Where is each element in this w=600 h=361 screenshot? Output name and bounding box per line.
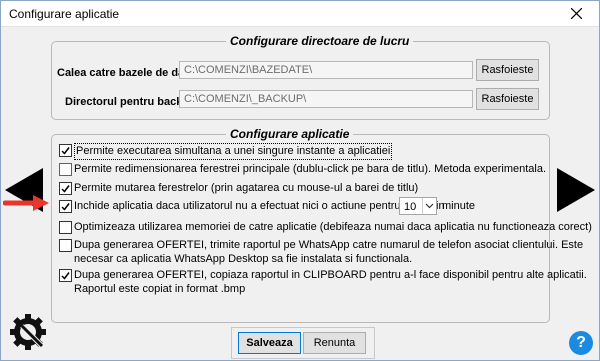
arrow-right-icon[interactable] — [557, 168, 597, 212]
help-icon[interactable]: ? — [569, 331, 593, 355]
app-group-legend: Configurare aplicatie — [226, 127, 354, 141]
checkbox[interactable] — [59, 182, 72, 195]
db-path-browse-button[interactable]: Rasfoieste — [476, 59, 539, 81]
checkbox[interactable] — [59, 269, 72, 282]
checkbox[interactable] — [59, 144, 72, 157]
dirs-group-legend: Configurare directoare de lucru — [226, 34, 414, 48]
option-label: Dupa generarea OFERTEI, trimite raportul… — [74, 239, 584, 251]
db-path-field[interactable] — [179, 61, 473, 79]
chevron-down-icon — [422, 198, 436, 214]
checkbox[interactable] — [59, 200, 72, 213]
backup-path-browse-button[interactable]: Rasfoieste — [476, 88, 539, 110]
option-label: Optimizeaza utilizarea memoriei de catre… — [74, 221, 592, 233]
db-path-label: Calea catre bazele de date: — [57, 67, 198, 79]
red-arrow-icon — [3, 195, 49, 211]
checkbox[interactable] — [59, 239, 72, 252]
save-button[interactable]: Salveaza — [238, 332, 301, 354]
minutes-select[interactable]: 10 — [399, 197, 437, 215]
title-bar[interactable]: Configurare aplicatie — [1, 1, 599, 27]
option-label: Dupa generarea OFERTEI, copiaza raportul… — [74, 269, 587, 281]
checkbox[interactable] — [59, 163, 72, 176]
option-label-line2: necesar ca aplicatia WhatsApp Desktop sa… — [74, 253, 413, 265]
option-label: Permite executarea simultana a unei sing… — [74, 143, 393, 160]
checkbox[interactable] — [59, 221, 72, 234]
minutes-value: 10 — [404, 201, 417, 213]
checkmark-icon — [61, 185, 70, 193]
option-label: Permite mutarea ferestrelor (prin agatar… — [74, 182, 419, 194]
cancel-button[interactable]: Renunta — [303, 332, 366, 354]
minutes-suffix: minute — [442, 200, 476, 212]
gear-wrench-icon[interactable] — [9, 312, 49, 352]
config-window: Configurare aplicatie Configurare direct… — [0, 0, 600, 361]
option-label: Permite redimensionarea ferestrei princi… — [74, 163, 547, 175]
window-title: Configurare aplicatie — [9, 7, 120, 21]
option-label: Inchide aplicatia daca utilizatorul nu a… — [74, 200, 445, 212]
backup-path-field[interactable] — [179, 90, 473, 108]
checkmark-icon — [61, 272, 70, 280]
checkmark-icon — [61, 203, 70, 211]
close-icon — [571, 8, 582, 19]
option-label-line2: Raportul este copiat in format .bmp — [74, 283, 246, 295]
checkmark-icon — [61, 147, 70, 155]
close-button[interactable] — [554, 1, 599, 26]
